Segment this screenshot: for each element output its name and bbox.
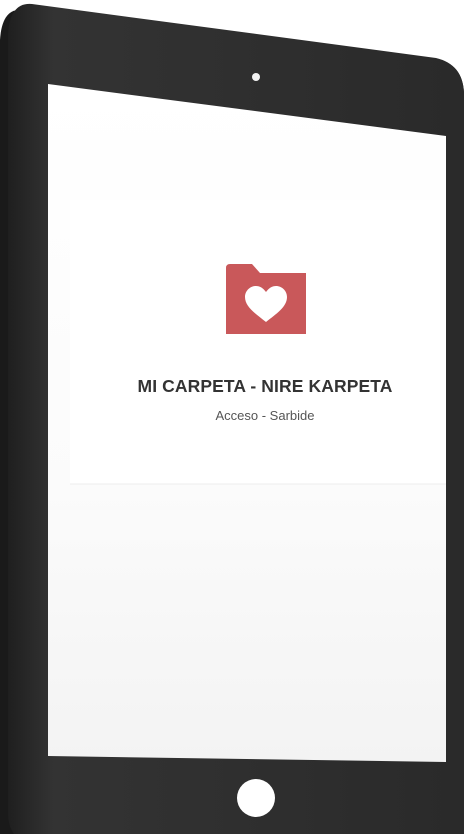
- tablet-mockup: MI CARPETA - NIRE KARPETA Acceso - Sarbi…: [0, 0, 464, 834]
- folder-heart-icon: [226, 264, 306, 334]
- home-button[interactable]: [237, 779, 275, 817]
- app-title: MI CARPETA - NIRE KARPETA: [137, 376, 393, 396]
- camera-icon: [252, 73, 260, 81]
- login-panel: MI CARPETA - NIRE KARPETA Acceso - Sarbi…: [70, 200, 460, 485]
- app-subtitle: Acceso - Sarbide: [215, 408, 315, 423]
